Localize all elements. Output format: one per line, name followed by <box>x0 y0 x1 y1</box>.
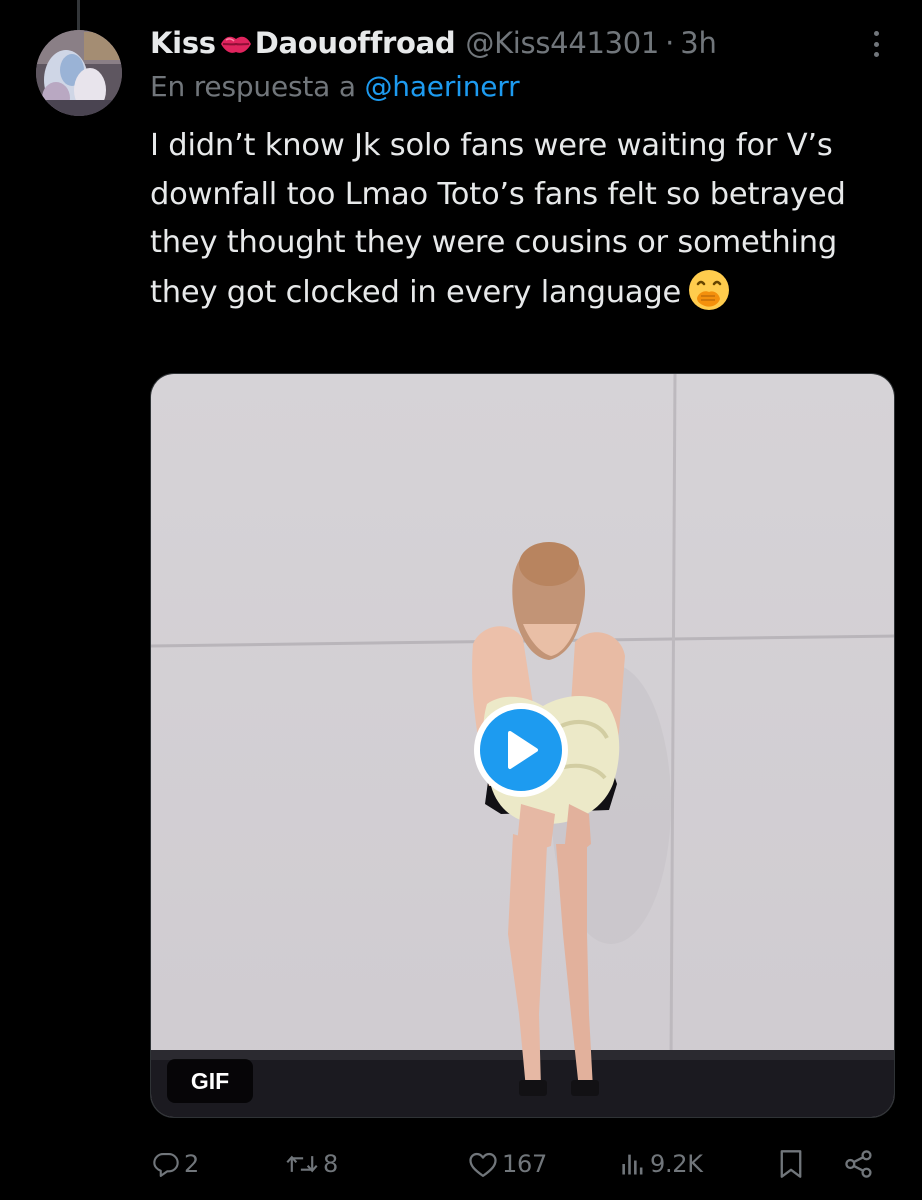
retweet-count: 8 <box>323 1150 338 1178</box>
like-button[interactable]: 167 <box>468 1142 547 1186</box>
like-count: 167 <box>502 1150 547 1178</box>
play-icon <box>508 731 538 769</box>
kiss-lips-icon <box>220 36 251 53</box>
more-options-icon[interactable] <box>866 26 886 62</box>
reply-prefix: En respuesta a <box>150 70 356 103</box>
tweet-text: I didn’t know Jk solo fans were waiting … <box>150 122 890 317</box>
bookmark-button[interactable] <box>778 1142 804 1186</box>
reply-button[interactable]: 2 <box>152 1142 199 1186</box>
gif-badge: GIF <box>167 1059 253 1103</box>
heart-icon <box>469 1152 497 1177</box>
separator-dot: · <box>665 26 675 60</box>
avatar-image <box>36 30 122 116</box>
thread-line <box>77 0 80 30</box>
tweet-body: I didn’t know Jk solo fans were waiting … <box>150 128 846 310</box>
retweet-icon <box>286 1155 318 1173</box>
tweet-header: Kiss Daouoffroad @Kiss441301 · 3h <box>150 22 717 64</box>
share-button[interactable] <box>844 1142 874 1186</box>
reply-context: En respuesta a @haerinerr <box>150 70 520 103</box>
display-name-first: Kiss <box>150 26 216 60</box>
retweet-button[interactable]: 8 <box>285 1142 338 1186</box>
reply-handle-link[interactable]: @haerinerr <box>364 70 519 103</box>
play-button[interactable] <box>474 703 568 797</box>
views-button[interactable]: 9.2K <box>620 1142 703 1186</box>
display-name[interactable]: Kiss Daouoffroad <box>150 26 456 60</box>
face-with-hand-over-mouth-icon <box>689 269 730 310</box>
views-count: 9.2K <box>650 1150 703 1178</box>
timestamp[interactable]: 3h <box>680 26 717 60</box>
display-name-second: Daouoffroad <box>254 26 456 60</box>
avatar[interactable] <box>36 30 122 116</box>
action-bar: 2 8 167 9.2K <box>150 1142 890 1186</box>
share-icon <box>845 1150 872 1178</box>
views-bar-chart-icon <box>622 1154 643 1175</box>
reply-count: 2 <box>184 1150 199 1178</box>
user-handle[interactable]: @Kiss441301 <box>465 26 659 60</box>
bookmark-icon <box>780 1150 802 1178</box>
reply-icon <box>153 1153 179 1177</box>
gif-media[interactable]: GIF <box>150 373 895 1118</box>
